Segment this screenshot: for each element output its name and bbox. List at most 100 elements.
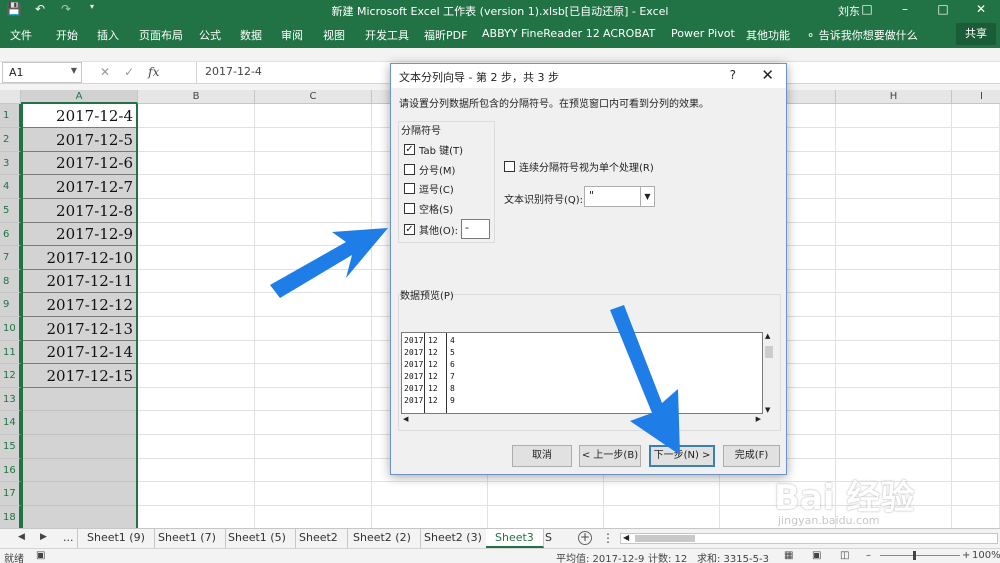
grid-cell[interactable] <box>138 128 255 152</box>
grid-cell[interactable] <box>138 223 255 246</box>
row-header[interactable]: 17 <box>0 482 21 506</box>
page-layout-view-icon[interactable]: ▣ <box>812 550 821 561</box>
tab-formulas[interactable]: 公式 <box>199 27 221 43</box>
row-header[interactable]: 10 <box>0 317 21 341</box>
checkbox-checked-icon[interactable]: ✓ <box>404 224 415 235</box>
grid-cell[interactable] <box>952 435 1000 459</box>
sheet-tab-more[interactable]: S <box>541 529 556 548</box>
select-all-corner[interactable] <box>0 90 21 104</box>
grid-cell[interactable] <box>255 246 372 270</box>
sheet-tab[interactable]: Sheet1 (9) <box>77 529 155 548</box>
other-delimiter-input[interactable]: - <box>461 219 490 239</box>
grid-cell[interactable] <box>952 364 1000 388</box>
scroll-thumb[interactable] <box>635 535 695 542</box>
row-header[interactable]: 5 <box>0 199 21 223</box>
grid-cell[interactable] <box>836 293 952 317</box>
grid-cell[interactable] <box>255 128 372 152</box>
grid-cell[interactable] <box>255 435 372 459</box>
space-checkbox[interactable]: 空格(S) <box>404 201 453 216</box>
grid-cell[interactable] <box>138 435 255 459</box>
preview-horizontal-scrollbar[interactable]: ◀ ▶ <box>401 414 775 426</box>
row-header[interactable]: 7 <box>0 246 21 270</box>
zoom-out-icon[interactable]: – <box>866 550 871 561</box>
close-icon[interactable]: ✕ <box>761 66 774 84</box>
grid-cell[interactable] <box>255 199 372 223</box>
column-header-c[interactable]: C <box>255 90 372 104</box>
row-header[interactable]: 11 <box>0 341 21 364</box>
grid-cell[interactable] <box>720 482 836 506</box>
cell-a9[interactable]: 2017-12-12 <box>21 293 137 317</box>
grid-cell[interactable] <box>836 482 952 506</box>
prev-sheet-icon[interactable]: ◀ <box>18 532 25 542</box>
cell-a7[interactable]: 2017-12-10 <box>21 246 137 270</box>
tab-review[interactable]: 审阅 <box>281 27 303 43</box>
tab-file[interactable]: 文件 <box>10 27 32 43</box>
tab-developer[interactable]: 开发工具 <box>365 27 409 43</box>
page-break-view-icon[interactable]: ◫ <box>840 550 849 561</box>
grid-cell[interactable] <box>604 506 720 528</box>
grid-cell[interactable] <box>836 270 952 293</box>
grid-cell[interactable] <box>836 152 952 175</box>
grid-cell[interactable] <box>255 459 372 482</box>
grid-cell[interactable] <box>952 317 1000 341</box>
next-button[interactable]: 下一步(N) > <box>649 445 715 467</box>
grid-cell[interactable] <box>255 152 372 175</box>
cell-a16[interactable] <box>21 459 137 482</box>
grid-cell[interactable] <box>952 270 1000 293</box>
cell-a11[interactable]: 2017-12-14 <box>21 341 137 364</box>
checkbox-unchecked-icon[interactable] <box>404 183 415 194</box>
grid-cell[interactable] <box>138 104 255 128</box>
checkbox-checked-icon[interactable]: ✓ <box>404 144 415 155</box>
next-sheet-icon[interactable]: ▶ <box>40 532 47 542</box>
grid-cell[interactable] <box>138 293 255 317</box>
scroll-up-icon[interactable]: ▲ <box>765 332 770 340</box>
grid-cell[interactable] <box>255 223 372 246</box>
checkbox-unchecked-icon[interactable] <box>404 164 415 175</box>
enter-check-icon[interactable]: ✓ <box>124 65 134 79</box>
grid-cell[interactable] <box>952 411 1000 435</box>
row-header[interactable]: 13 <box>0 388 21 411</box>
row-header[interactable]: 1 <box>0 104 21 128</box>
scroll-left-icon[interactable]: ◀ <box>403 415 408 423</box>
column-header-a[interactable]: A <box>21 90 138 104</box>
grid-cell[interactable] <box>138 364 255 388</box>
tab-acrobat[interactable]: ACROBAT <box>603 27 655 40</box>
row-header[interactable]: 15 <box>0 435 21 459</box>
cell-a17[interactable] <box>21 482 137 506</box>
grid-cell[interactable] <box>255 341 372 364</box>
grid-cell[interactable] <box>952 223 1000 246</box>
scroll-right-icon[interactable]: ▶ <box>756 415 761 423</box>
sheet-tab-active[interactable]: Sheet3 <box>486 529 544 548</box>
close-icon[interactable]: ✕ <box>962 0 1000 20</box>
sheet-tab[interactable]: Sheet2 (2) <box>344 529 421 548</box>
cancel-icon[interactable]: ✕ <box>100 65 110 79</box>
text-qualifier-select[interactable]: " ▼ <box>584 186 655 207</box>
help-icon[interactable]: ? <box>730 68 736 82</box>
grid-cell[interactable] <box>952 246 1000 270</box>
grid-cell[interactable] <box>836 199 952 223</box>
zoom-level[interactable]: 100% <box>972 550 1000 561</box>
grid-cell[interactable] <box>372 506 488 528</box>
grid-cell[interactable] <box>952 388 1000 411</box>
cell-a2[interactable]: 2017-12-5 <box>21 128 137 152</box>
grid-cell[interactable] <box>138 199 255 223</box>
grid-cell[interactable] <box>952 482 1000 506</box>
cell-a1[interactable]: 2017-12-4 <box>21 104 137 128</box>
grid-cell[interactable] <box>836 128 952 152</box>
cancel-button[interactable]: 取消 <box>512 445 572 467</box>
zoom-slider[interactable] <box>880 555 960 556</box>
cell-a3[interactable]: 2017-12-6 <box>21 152 137 175</box>
macro-record-icon[interactable]: ▣ <box>36 550 45 561</box>
minimize-icon[interactable]: – <box>886 0 924 20</box>
grid-cell[interactable] <box>138 152 255 175</box>
comma-checkbox[interactable]: 逗号(C) <box>404 181 454 196</box>
column-break-line[interactable] <box>446 333 447 413</box>
grid-cell[interactable] <box>604 482 720 506</box>
grid-cell[interactable] <box>255 104 372 128</box>
grid-cell[interactable] <box>138 459 255 482</box>
tab-page-layout[interactable]: 页面布局 <box>139 27 183 43</box>
ribbon-display-icon[interactable]: □ <box>848 0 886 20</box>
grid-cell[interactable] <box>836 341 952 364</box>
zoom-in-icon[interactable]: + <box>962 550 970 561</box>
grid-cell[interactable] <box>836 175 952 199</box>
